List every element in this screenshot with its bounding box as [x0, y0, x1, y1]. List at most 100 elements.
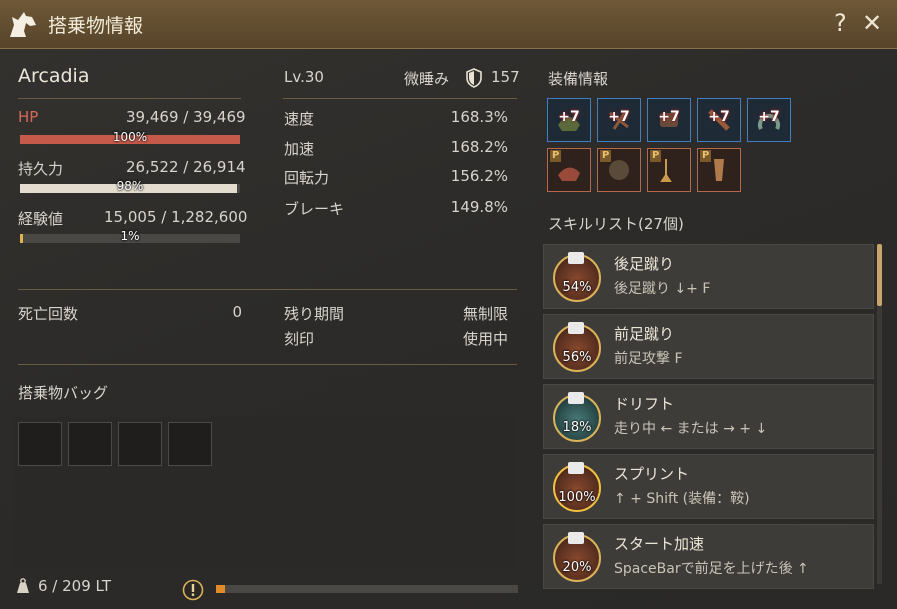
- enhance-level: +7: [758, 109, 780, 125]
- brake-label: ブレーキ: [284, 200, 345, 218]
- brake-value: 149.8%: [450, 198, 508, 216]
- skill-icon: 18%: [553, 392, 601, 442]
- skill-mastery: 54%: [562, 280, 592, 295]
- close-button[interactable]: ✕: [862, 9, 882, 37]
- skill-icon: 100%: [553, 462, 601, 512]
- window-title: 搭乗物情報: [48, 15, 144, 37]
- mount-name: Arcadia: [18, 65, 90, 87]
- outfit-slot-champron[interactable]: P: [697, 148, 741, 192]
- skill-list-scroll-thumb[interactable]: [877, 244, 882, 306]
- bag-slot[interactable]: [168, 422, 212, 466]
- skill-name: 後足蹴り: [614, 255, 675, 273]
- seal-label: 刻印: [284, 330, 315, 348]
- lock-icon: [568, 532, 584, 544]
- remaining-period-value: 無制限: [462, 305, 508, 323]
- mount-info-window: 搭乗物情報 ? ✕ Arcadia Lv.30 微睡み 157 HP 39,46…: [0, 0, 897, 609]
- exclamation-icon[interactable]: [182, 579, 204, 601]
- skill-item[interactable]: 18% ドリフト 走り中 ← または → + ↓: [543, 384, 874, 449]
- exp-label: 経験値: [18, 210, 64, 228]
- bag-slot[interactable]: [118, 422, 162, 466]
- skill-mastery: 20%: [562, 560, 592, 575]
- hp-bar: 100%: [20, 130, 240, 144]
- divider: [18, 98, 241, 99]
- stamina-bar: 98%: [20, 179, 240, 193]
- skill-name: スタート加速: [614, 535, 705, 553]
- death-count-value: 0: [232, 303, 242, 321]
- turning-value: 156.2%: [450, 167, 508, 185]
- turning-label: 回転力: [284, 169, 330, 187]
- equipment-slot-horseshoe[interactable]: +7: [747, 98, 791, 142]
- shield-icon: [466, 68, 482, 88]
- mount-state: 微睡み: [404, 70, 450, 88]
- outfit-slot-stirrups[interactable]: P: [647, 148, 691, 192]
- horse-head-icon: [10, 12, 36, 37]
- enhance-level: +7: [708, 109, 730, 125]
- skill-name: スプリント: [614, 465, 690, 483]
- bag-title: 搭乗物バッグ: [18, 384, 109, 402]
- exp-bar: 1%: [20, 229, 240, 243]
- stamina-value: 26,522 / 26,914: [126, 158, 246, 176]
- bag-weight: 6 / 209 LT: [38, 577, 111, 595]
- hp-value: 39,469 / 39,469: [126, 108, 246, 126]
- stamina-label: 持久力: [18, 160, 64, 178]
- divider: [18, 364, 517, 365]
- seal-value: 使用中: [462, 330, 508, 348]
- premium-tag: P: [550, 150, 562, 162]
- divider: [283, 98, 517, 99]
- exp-percent: 1%: [120, 229, 140, 243]
- divider: [18, 289, 517, 290]
- bag-slot[interactable]: [68, 422, 112, 466]
- skill-command: 前足攻撃 F: [614, 351, 683, 367]
- lock-icon: [568, 392, 584, 404]
- bag-load-bar: [216, 585, 518, 593]
- equipment-title: 装備情報: [548, 70, 609, 88]
- equipment-slot-champron[interactable]: +7: [697, 98, 741, 142]
- acceleration-value: 168.2%: [450, 138, 508, 156]
- hp-percent: 100%: [112, 130, 148, 144]
- skill-command: ↑ + Shift (装備：鞍): [614, 491, 750, 507]
- skill-list-title: スキルリスト(27個): [548, 215, 684, 233]
- outfit-slot-barding[interactable]: P: [597, 148, 641, 192]
- skill-command: 走り中 ← または → + ↓: [614, 421, 768, 437]
- skill-command: SpaceBarで前足を上げた後 ↑: [614, 561, 809, 577]
- equipment-slot-saddle[interactable]: +7: [547, 98, 591, 142]
- speed-value: 168.3%: [450, 108, 508, 126]
- help-button[interactable]: ?: [834, 9, 847, 37]
- skill-item[interactable]: 56% 前足蹴り 前足攻撃 F: [543, 314, 874, 379]
- skill-icon: 20%: [553, 532, 601, 582]
- premium-tag: P: [600, 150, 612, 162]
- mount-level: Lv.30: [284, 68, 324, 86]
- outfit-slot-saddle[interactable]: P: [547, 148, 591, 192]
- skill-item[interactable]: 100% スプリント ↑ + Shift (装備：鞍): [543, 454, 874, 519]
- skill-name: ドリフト: [614, 395, 675, 413]
- skill-item[interactable]: 54% 後足蹴り 後足蹴り ↓+ F: [543, 244, 874, 309]
- bag-load-fill: [216, 585, 226, 593]
- skill-item[interactable]: 20% スタート加速 SpaceBarで前足を上げた後 ↑: [543, 524, 874, 589]
- lock-icon: [568, 322, 584, 334]
- bag-slot[interactable]: [18, 422, 62, 466]
- defense-value: 157: [491, 68, 520, 86]
- lock-icon: [568, 252, 584, 264]
- title-bar[interactable]: 搭乗物情報 ? ✕: [0, 0, 897, 49]
- acceleration-label: 加速: [284, 140, 315, 158]
- lock-icon: [568, 462, 584, 474]
- equipment-slot-barding[interactable]: +7: [647, 98, 691, 142]
- remaining-period-label: 残り期間: [284, 305, 345, 323]
- skill-mastery: 56%: [562, 350, 592, 365]
- premium-tag: P: [650, 150, 662, 162]
- skill-command: 後足蹴り ↓+ F: [614, 281, 711, 297]
- enhance-level: +7: [558, 109, 580, 125]
- hp-label: HP: [18, 108, 39, 126]
- enhance-level: +7: [608, 109, 630, 125]
- weight-icon: [17, 578, 29, 593]
- premium-tag: P: [700, 150, 712, 162]
- skill-mastery: 18%: [562, 420, 592, 435]
- exp-value: 15,005 / 1,282,600: [104, 208, 248, 226]
- skill-icon: 56%: [553, 322, 601, 372]
- speed-label: 速度: [284, 110, 315, 128]
- equipment-slot-stirrups[interactable]: +7: [597, 98, 641, 142]
- stamina-percent: 98%: [116, 179, 144, 193]
- death-count-label: 死亡回数: [18, 305, 79, 323]
- skill-mastery: 100%: [558, 490, 596, 505]
- enhance-level: +7: [658, 109, 680, 125]
